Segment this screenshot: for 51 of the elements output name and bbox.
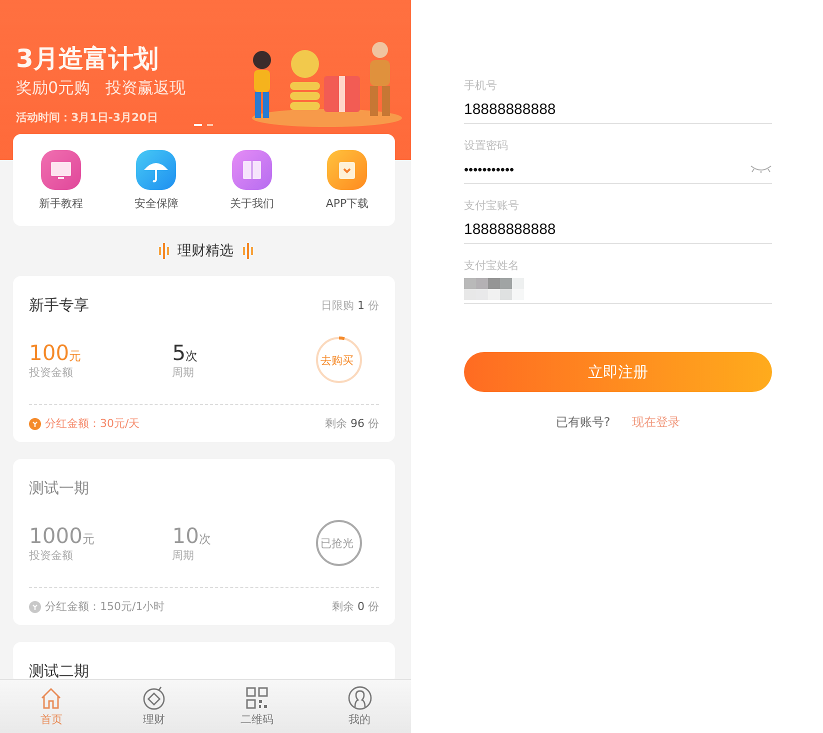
- field-label: 支付宝姓名: [464, 258, 520, 273]
- redacted-name: [464, 278, 524, 300]
- banner-subtitle: 奖励0元购 投资赢返现: [16, 77, 186, 99]
- stat-label: 周期: [172, 364, 196, 380]
- tab-item[interactable]: 首页: [11, 680, 92, 733]
- field-label: 手机号: [464, 78, 498, 93]
- period-value: 5次: [172, 340, 199, 364]
- text-field[interactable]: 18888888888: [464, 100, 664, 118]
- stat-label: 投资金额: [29, 548, 74, 562]
- purchase-limit: 日限购 1 份: [321, 298, 379, 312]
- qrcode-icon: [244, 685, 270, 711]
- shortcut-item[interactable]: 新手教程: [20, 150, 101, 210]
- product-title: 测试一期: [29, 478, 89, 498]
- finance-icon: [141, 685, 168, 711]
- security-icon: [136, 150, 176, 190]
- about-icon: [232, 150, 272, 190]
- investment-amount: 100元: [29, 340, 82, 364]
- field-label: 支付宝账号: [464, 198, 520, 213]
- period-value: 10次: [172, 524, 212, 548]
- product-title: 新手专享: [29, 296, 89, 314]
- login-link[interactable]: 现在登录: [632, 414, 680, 431]
- closed-eye-icon[interactable]: [750, 164, 772, 174]
- dividend-amount: 分红金额：150元/1小时: [45, 599, 165, 614]
- coin-icon: [29, 600, 41, 612]
- stat-label: 投资金额: [29, 364, 74, 380]
- password-field[interactable]: •••••••••••: [464, 162, 664, 176]
- section-title: 理财精选: [178, 242, 234, 260]
- download-icon: [327, 150, 368, 190]
- tab-item[interactable]: 二维码: [216, 680, 297, 733]
- stat-label: 周期: [172, 548, 196, 562]
- profile-icon: [346, 685, 373, 711]
- tutorial-icon: [40, 150, 81, 190]
- register-button[interactable]: 立即注册: [464, 352, 772, 392]
- bars-icon: [158, 243, 170, 259]
- field-label: 设置密码: [464, 138, 509, 153]
- banner-title: 3月造富计划: [16, 44, 160, 74]
- shortcut-item[interactable]: APP下载: [307, 150, 388, 210]
- text-field[interactable]: 18888888888: [464, 220, 664, 238]
- remaining-shares: 剩余 0 份: [332, 599, 379, 614]
- coin-icon: [29, 418, 41, 430]
- tab-item[interactable]: 理财: [114, 680, 194, 733]
- tab-item[interactable]: 我的: [320, 680, 400, 733]
- shortcut-item[interactable]: 安全保障: [116, 150, 196, 210]
- login-prompt: 已有账号?: [556, 414, 610, 431]
- dividend-amount: 分红金额：30元/天: [45, 416, 140, 431]
- investment-amount: 1000元: [29, 524, 96, 548]
- shortcut-item[interactable]: 关于我们: [212, 150, 292, 210]
- product-title: 测试二期: [29, 662, 89, 680]
- remaining-shares: 剩余 96 份: [325, 416, 379, 431]
- banner-period: 活动时间：3月1日-3月20日: [16, 110, 159, 125]
- bars-icon: [242, 243, 254, 259]
